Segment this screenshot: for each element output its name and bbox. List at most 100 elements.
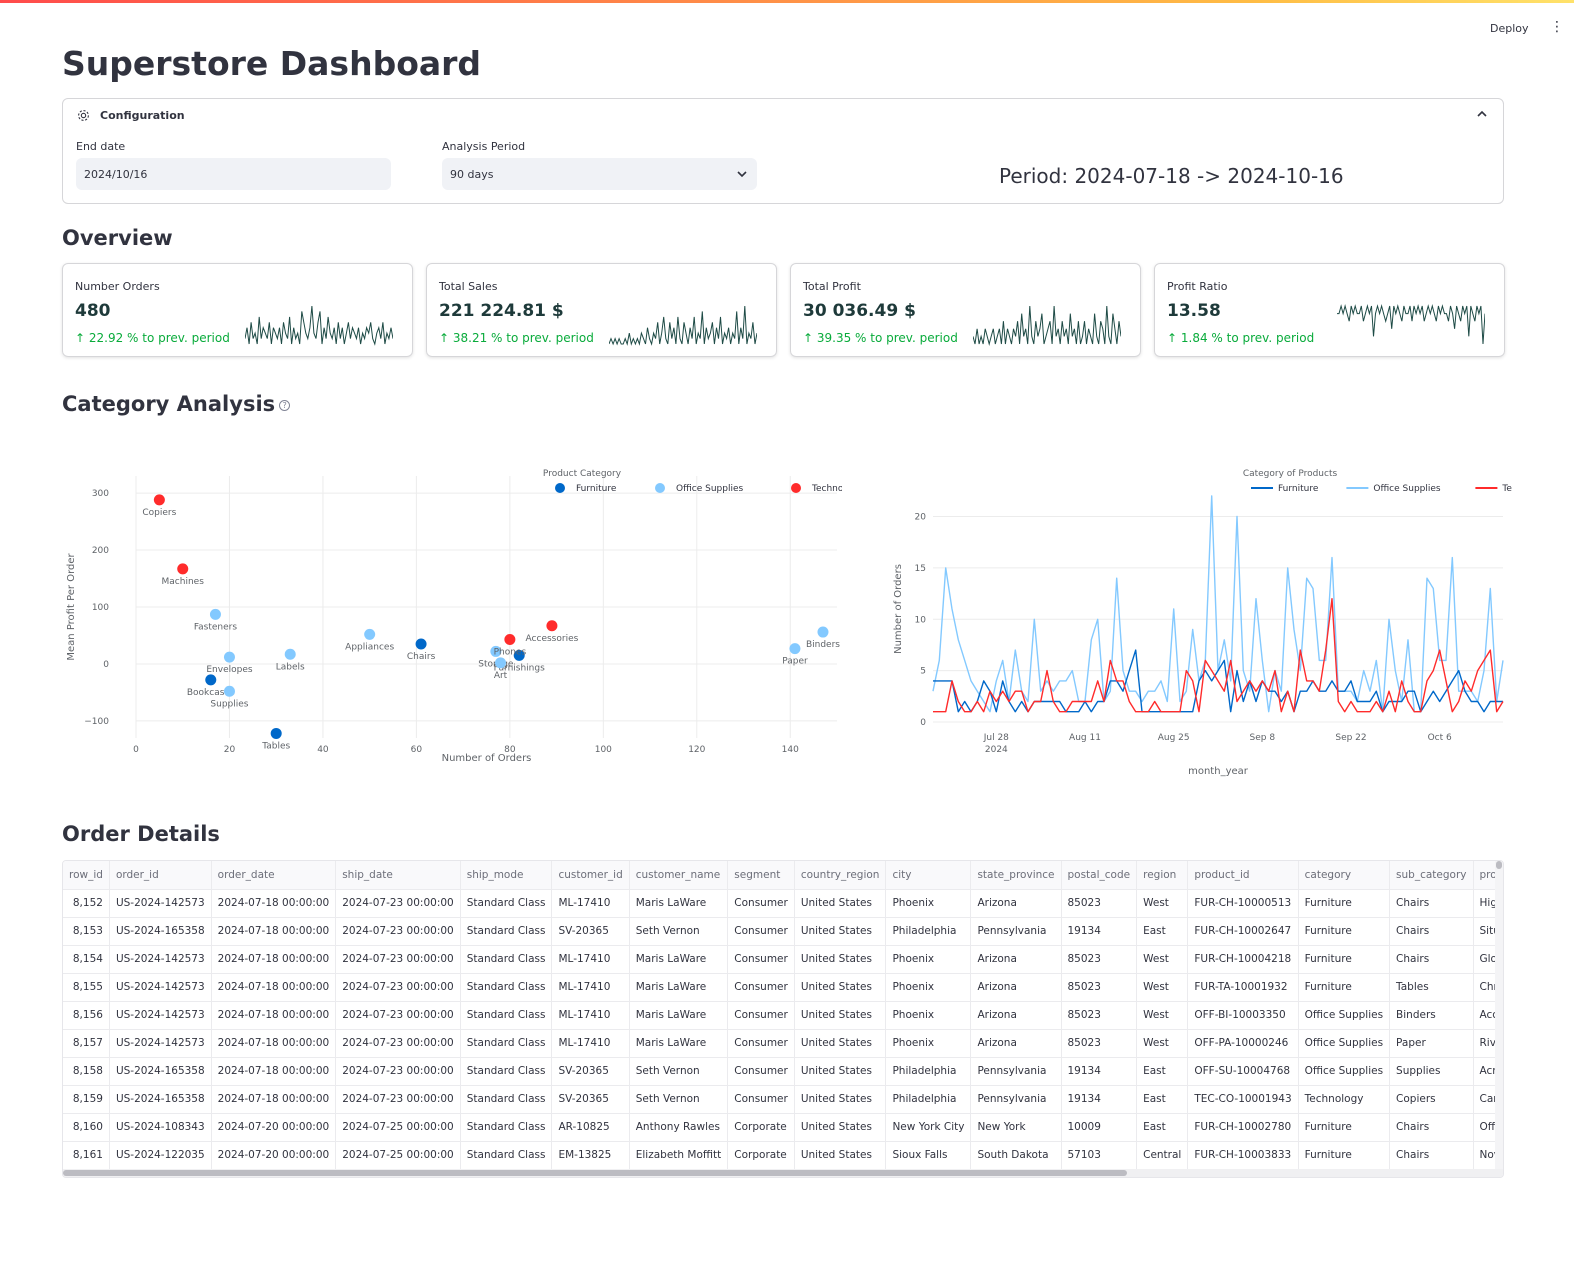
- table-cell[interactable]: Seth Vernon: [629, 1057, 729, 1086]
- table-cell[interactable]: US-2024-142573: [109, 1001, 212, 1030]
- table-cell[interactable]: Maris LaWare: [629, 1001, 729, 1030]
- table-cell[interactable]: Consumer: [727, 1001, 795, 1030]
- table-cell[interactable]: OFF-BI-10003350: [1187, 1001, 1299, 1030]
- table-cell[interactable]: 8,156: [63, 1001, 110, 1030]
- table-cell[interactable]: United States: [794, 945, 887, 974]
- table-cell[interactable]: EM-13825: [551, 1141, 630, 1170]
- column-header[interactable]: segment: [727, 861, 795, 890]
- table-cell[interactable]: Consumer: [727, 945, 795, 974]
- table-cell[interactable]: FUR-CH-10003833: [1187, 1141, 1299, 1170]
- column-header[interactable]: product_id: [1187, 861, 1299, 890]
- table-cell[interactable]: Phoenix: [885, 945, 972, 974]
- table-cell[interactable]: 2024-07-18 00:00:00: [211, 917, 337, 946]
- table-cell[interactable]: United States: [794, 889, 887, 918]
- table-cell[interactable]: Seth Vernon: [629, 1085, 729, 1114]
- table-cell[interactable]: OFF-SU-10004768: [1187, 1057, 1299, 1086]
- table-cell[interactable]: Phoenix: [885, 973, 972, 1002]
- table-cell[interactable]: Chairs: [1389, 1113, 1474, 1142]
- table-cell[interactable]: Chairs: [1389, 917, 1474, 946]
- table-cell[interactable]: Standard Class: [460, 1001, 553, 1030]
- main-menu-icon[interactable]: ⋮: [1550, 20, 1564, 34]
- scatter-chart[interactable]: 0 20 40 60 80 100 120 140−1000100200300Number o…: [62, 460, 863, 780]
- table-cell[interactable]: Office Supplies: [1298, 1057, 1391, 1086]
- table-cell[interactable]: US-2024-142573: [109, 1029, 212, 1058]
- table-cell[interactable]: US-2024-142573: [109, 945, 212, 974]
- table-cell[interactable]: 85023: [1061, 1029, 1138, 1058]
- table-cell[interactable]: Maris LaWare: [629, 973, 729, 1002]
- column-header[interactable]: city: [885, 861, 972, 890]
- table-cell[interactable]: Philadelphia: [885, 1057, 972, 1086]
- table-cell[interactable]: 2024-07-23 00:00:00: [335, 1057, 461, 1086]
- table-cell[interactable]: United States: [794, 973, 887, 1002]
- table-cell[interactable]: Furniture: [1298, 1141, 1391, 1170]
- table-cell[interactable]: Standard Class: [460, 1141, 553, 1170]
- table-cell[interactable]: AR-10825: [551, 1113, 630, 1142]
- table-cell[interactable]: 19134: [1061, 1085, 1138, 1114]
- table-cell[interactable]: 2024-07-23 00:00:00: [335, 889, 461, 918]
- table-cell[interactable]: 2024-07-20 00:00:00: [211, 1113, 337, 1142]
- table-cell[interactable]: East: [1136, 1085, 1189, 1114]
- end-date-input[interactable]: 2024/10/16: [76, 158, 391, 190]
- table-cell[interactable]: 8,154: [63, 945, 110, 974]
- table-row[interactable]: 8,154 US-2024-142573 2024-07-18 00:00:00 20…: [63, 945, 1503, 974]
- table-row[interactable]: 8,160 US-2024-108343 2024-07-20 00:00:00 20…: [63, 1113, 1503, 1142]
- table-cell[interactable]: Consumer: [727, 973, 795, 1002]
- table-cell[interactable]: Paper: [1389, 1029, 1474, 1058]
- orders-table[interactable]: row_id order_id order_date ship_date ship_mo…: [62, 860, 1504, 1178]
- table-row[interactable]: 8,155 US-2024-142573 2024-07-18 00:00:00 20…: [63, 973, 1503, 1002]
- table-cell[interactable]: West: [1136, 945, 1189, 974]
- column-header[interactable]: state_province: [970, 861, 1062, 890]
- table-cell[interactable]: 8,158: [63, 1057, 110, 1086]
- table-row[interactable]: 8,158 US-2024-165358 2024-07-18 00:00:00 20…: [63, 1057, 1503, 1086]
- table-cell[interactable]: 2024-07-25 00:00:00: [335, 1141, 461, 1170]
- table-cell[interactable]: US-2024-142573: [109, 973, 212, 1002]
- help-icon[interactable]: ?: [279, 399, 291, 411]
- table-cell[interactable]: 8,159: [63, 1085, 110, 1114]
- table-cell[interactable]: Technology: [1298, 1085, 1391, 1114]
- horizontal-scrollbar-thumb[interactable]: [63, 1170, 1127, 1176]
- table-cell[interactable]: 2024-07-23 00:00:00: [335, 973, 461, 1002]
- table-cell[interactable]: Standard Class: [460, 973, 553, 1002]
- table-cell[interactable]: Standard Class: [460, 1085, 553, 1114]
- table-cell[interactable]: Chairs: [1389, 945, 1474, 974]
- table-cell[interactable]: US-2024-165358: [109, 1057, 212, 1086]
- table-cell[interactable]: Maris LaWare: [629, 1029, 729, 1058]
- table-cell[interactable]: 2024-07-18 00:00:00: [211, 973, 337, 1002]
- table-cell[interactable]: Consumer: [727, 1085, 795, 1114]
- table-cell[interactable]: 2024-07-18 00:00:00: [211, 1029, 337, 1058]
- table-cell[interactable]: West: [1136, 1029, 1189, 1058]
- table-cell[interactable]: New York: [970, 1113, 1062, 1142]
- table-cell[interactable]: East: [1136, 1113, 1189, 1142]
- table-cell[interactable]: New York City: [885, 1113, 972, 1142]
- vertical-scrollbar-thumb[interactable]: [1496, 861, 1502, 869]
- table-cell[interactable]: 2024-07-23 00:00:00: [335, 1085, 461, 1114]
- table-cell[interactable]: United States: [794, 1113, 887, 1142]
- column-header[interactable]: customer_id: [551, 861, 630, 890]
- table-cell[interactable]: Standard Class: [460, 1029, 553, 1058]
- table-cell[interactable]: Phoenix: [885, 889, 972, 918]
- table-cell[interactable]: Sioux Falls: [885, 1141, 972, 1170]
- chevron-up-icon[interactable]: [1477, 107, 1487, 121]
- deploy-button[interactable]: Deploy: [1490, 22, 1529, 35]
- table-cell[interactable]: 2024-07-18 00:00:00: [211, 945, 337, 974]
- table-cell[interactable]: 2024-07-23 00:00:00: [335, 1001, 461, 1030]
- table-cell[interactable]: SV-20365: [551, 1057, 630, 1086]
- table-cell[interactable]: 2024-07-25 00:00:00: [335, 1113, 461, 1142]
- table-cell[interactable]: ML-17410: [551, 945, 630, 974]
- table-row[interactable]: 8,152 US-2024-142573 2024-07-18 00:00:00 20…: [63, 889, 1503, 918]
- column-header[interactable]: ship_date: [335, 861, 461, 890]
- table-cell[interactable]: Maris LaWare: [629, 945, 729, 974]
- analysis-period-select[interactable]: 90 days: [442, 158, 757, 190]
- table-cell[interactable]: 19134: [1061, 917, 1138, 946]
- vertical-scrollbar[interactable]: [1495, 861, 1503, 1171]
- table-cell[interactable]: Consumer: [727, 1029, 795, 1058]
- table-cell[interactable]: Maris LaWare: [629, 889, 729, 918]
- table-row[interactable]: 8,153 US-2024-165358 2024-07-18 00:00:00 20…: [63, 917, 1503, 946]
- table-cell[interactable]: 85023: [1061, 973, 1138, 1002]
- table-cell[interactable]: Consumer: [727, 1057, 795, 1086]
- table-cell[interactable]: 8,155: [63, 973, 110, 1002]
- column-header[interactable]: order_id: [109, 861, 212, 890]
- table-cell[interactable]: Arizona: [970, 945, 1062, 974]
- table-cell[interactable]: Philadelphia: [885, 1085, 972, 1114]
- table-cell[interactable]: Standard Class: [460, 945, 553, 974]
